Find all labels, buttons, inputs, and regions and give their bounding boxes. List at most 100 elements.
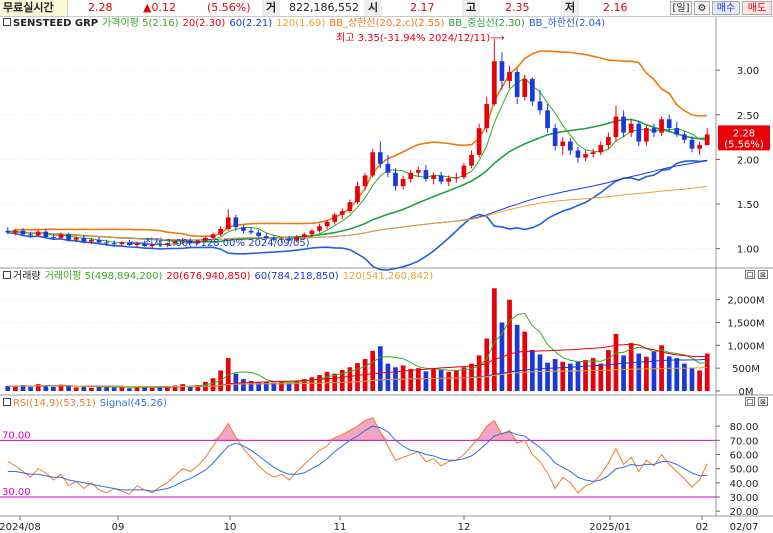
legend-vol-ma20: 20(676,940,850): [166, 271, 251, 282]
candle-body: [339, 211, 345, 215]
rsi-panel: 70.00 30.00: [0, 417, 716, 498]
sell-button[interactable]: 매도: [742, 1, 772, 15]
volume-bar: [377, 346, 383, 391]
rsi-tick-label: 20.00: [730, 507, 759, 518]
candle-body: [43, 231, 49, 238]
ticker-name: SENSTEED GRP: [13, 18, 99, 29]
candle-body: [218, 228, 224, 235]
ma5-line: [7, 77, 708, 246]
volume-bar: [590, 358, 596, 391]
legend-bb-upper: BB_상한선(20,2,c)(2.55): [329, 18, 445, 29]
panel-close-button[interactable]: ⊠: [758, 270, 768, 279]
volume-bar: [96, 385, 102, 391]
candle-body: [58, 234, 64, 238]
candle-body: [514, 71, 520, 97]
candle-body: [362, 175, 368, 187]
volume-bar: [218, 370, 224, 391]
candle-body: [621, 116, 626, 133]
rsi-tick-label: 30.00: [730, 493, 759, 504]
quote-bar: 무료실시간 2.28 ▲0.12 (5.56%) 거 822,186,552 시…: [0, 0, 773, 17]
bollinger-band: [7, 50, 708, 271]
buy-button[interactable]: 매수: [712, 1, 740, 15]
candle-body: [507, 71, 512, 81]
ma60-line: [7, 159, 708, 241]
low-label: 저: [561, 0, 579, 16]
panel-restore-button[interactable]: 口: [745, 397, 755, 406]
legend-vol-ma60: 60(784,218,850): [254, 271, 339, 282]
volume-bar: [385, 363, 391, 391]
candle-body: [697, 145, 702, 149]
volume-bar: [499, 322, 505, 391]
candle-body: [332, 214, 338, 222]
date-tick-label: 2024/08: [0, 522, 41, 533]
low-value: 2.16: [603, 1, 628, 14]
volume-gridlines: [0, 299, 716, 392]
volume-label: 거: [262, 0, 280, 16]
rsi-tick-label: 80.00: [730, 422, 759, 433]
legend-rsi: RSI(14,9)(53.51): [13, 398, 96, 409]
volume-bar: [408, 369, 414, 391]
candle-body: [438, 175, 444, 182]
volume-bar: [621, 355, 626, 391]
volume-bar: [35, 384, 41, 391]
price-legend: SENSTEED GRP 가격이평 5(2.16) 20(2.30) 60(2.21)…: [0, 18, 609, 30]
volume-bar: [598, 363, 604, 391]
price-tick-label: 2.00: [737, 155, 759, 166]
volume-bar: [400, 365, 406, 391]
candle-body: [461, 165, 467, 178]
volume-bar: [28, 387, 33, 391]
candle-body: [628, 123, 634, 133]
candle-body: [324, 221, 330, 227]
candle-body: [279, 238, 284, 240]
candle-body: [241, 227, 246, 231]
volume-bar: [134, 386, 140, 391]
legend-signal: Signal(45.26): [99, 398, 167, 409]
candle-body: [636, 123, 642, 142]
candle-body: [666, 119, 672, 129]
candle-body: [142, 243, 147, 246]
vol-ma120-line: [7, 366, 708, 388]
volume-bar: [370, 350, 376, 391]
volume-bar: [613, 333, 619, 391]
candle-body: [522, 79, 528, 97]
bb-lower-line: [7, 159, 708, 271]
price-axis: 3.00 2.50 2.00 1.50 1.00 2.28(5.56%): [716, 66, 770, 256]
vol-ma5-line: [7, 312, 708, 388]
gear-icon[interactable]: ⚙: [694, 1, 710, 15]
candle-body: [263, 236, 269, 238]
rsi-legend: RSI(14,9)(53.51) Signal(45.26): [0, 398, 171, 410]
stock-chart[interactable]: 3.002.502.001.501.002.28(5.56%) 2,000M1,…: [0, 0, 773, 533]
rsi-tick-label: 40.00: [730, 479, 759, 490]
panel-restore-button[interactable]: 口: [745, 270, 755, 279]
volume-bar: [644, 356, 649, 391]
candle-body: [180, 240, 186, 242]
volume-value: 822,186,552: [289, 1, 359, 14]
candle-body: [104, 242, 109, 244]
volume-bar: [469, 363, 474, 391]
candle-body: [423, 170, 429, 180]
candle-body: [20, 230, 26, 235]
candle-body: [400, 179, 406, 187]
candle-body: [651, 128, 657, 133]
volume-bar: [659, 345, 664, 391]
volume-ma-lines: [7, 312, 708, 388]
volume-bar: [651, 350, 657, 391]
volume-bar: [294, 380, 300, 391]
candle-body: [225, 217, 231, 229]
period-day-button[interactable]: [일]: [670, 1, 692, 15]
candle-body: [393, 172, 398, 187]
low-annotation: ⟵최저 1.00(+128.00% 2024/09/05): [130, 237, 310, 249]
candle-body: [195, 240, 201, 244]
volume-bar: [393, 367, 398, 391]
candle-body: [606, 137, 611, 146]
volume-bar: [301, 379, 307, 391]
volume-bar: [491, 288, 497, 391]
rsi-level-70-label: 70.00: [2, 430, 31, 441]
rsi-level-30-label: 30.00: [2, 487, 31, 498]
current-price: 2.28: [88, 1, 113, 14]
candle-body: [286, 238, 292, 241]
volume-bar: [453, 370, 459, 391]
panel-close-button[interactable]: ⊠: [758, 397, 768, 406]
volume-bar: [697, 370, 702, 391]
candle-body: [469, 154, 474, 166]
